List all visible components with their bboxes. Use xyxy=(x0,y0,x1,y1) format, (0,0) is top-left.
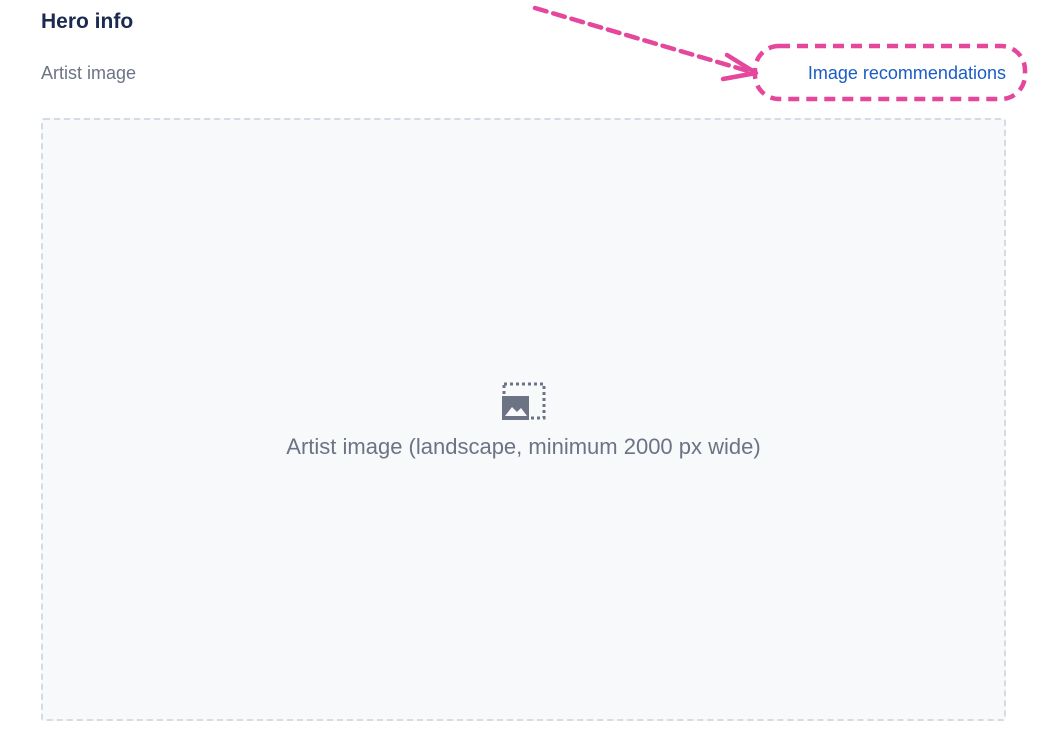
image-recommendations-link[interactable]: Image recommendations xyxy=(808,61,1006,85)
artist-image-label: Artist image xyxy=(41,63,137,83)
section-title: Hero info xyxy=(41,10,134,33)
dropzone-content: Artist image (landscape, minimum 2000 px… xyxy=(43,382,1004,461)
artist-image-dropzone[interactable]: Artist image (landscape, minimum 2000 px… xyxy=(41,118,1006,721)
dropzone-text: Artist image (landscape, minimum 2000 px… xyxy=(286,434,761,459)
image-placeholder-icon xyxy=(501,382,545,420)
page: Hero info Artist image Image recommendat… xyxy=(0,0,1046,730)
annotation-arrow-head xyxy=(720,52,759,82)
annotation-arrow-line xyxy=(532,5,751,74)
